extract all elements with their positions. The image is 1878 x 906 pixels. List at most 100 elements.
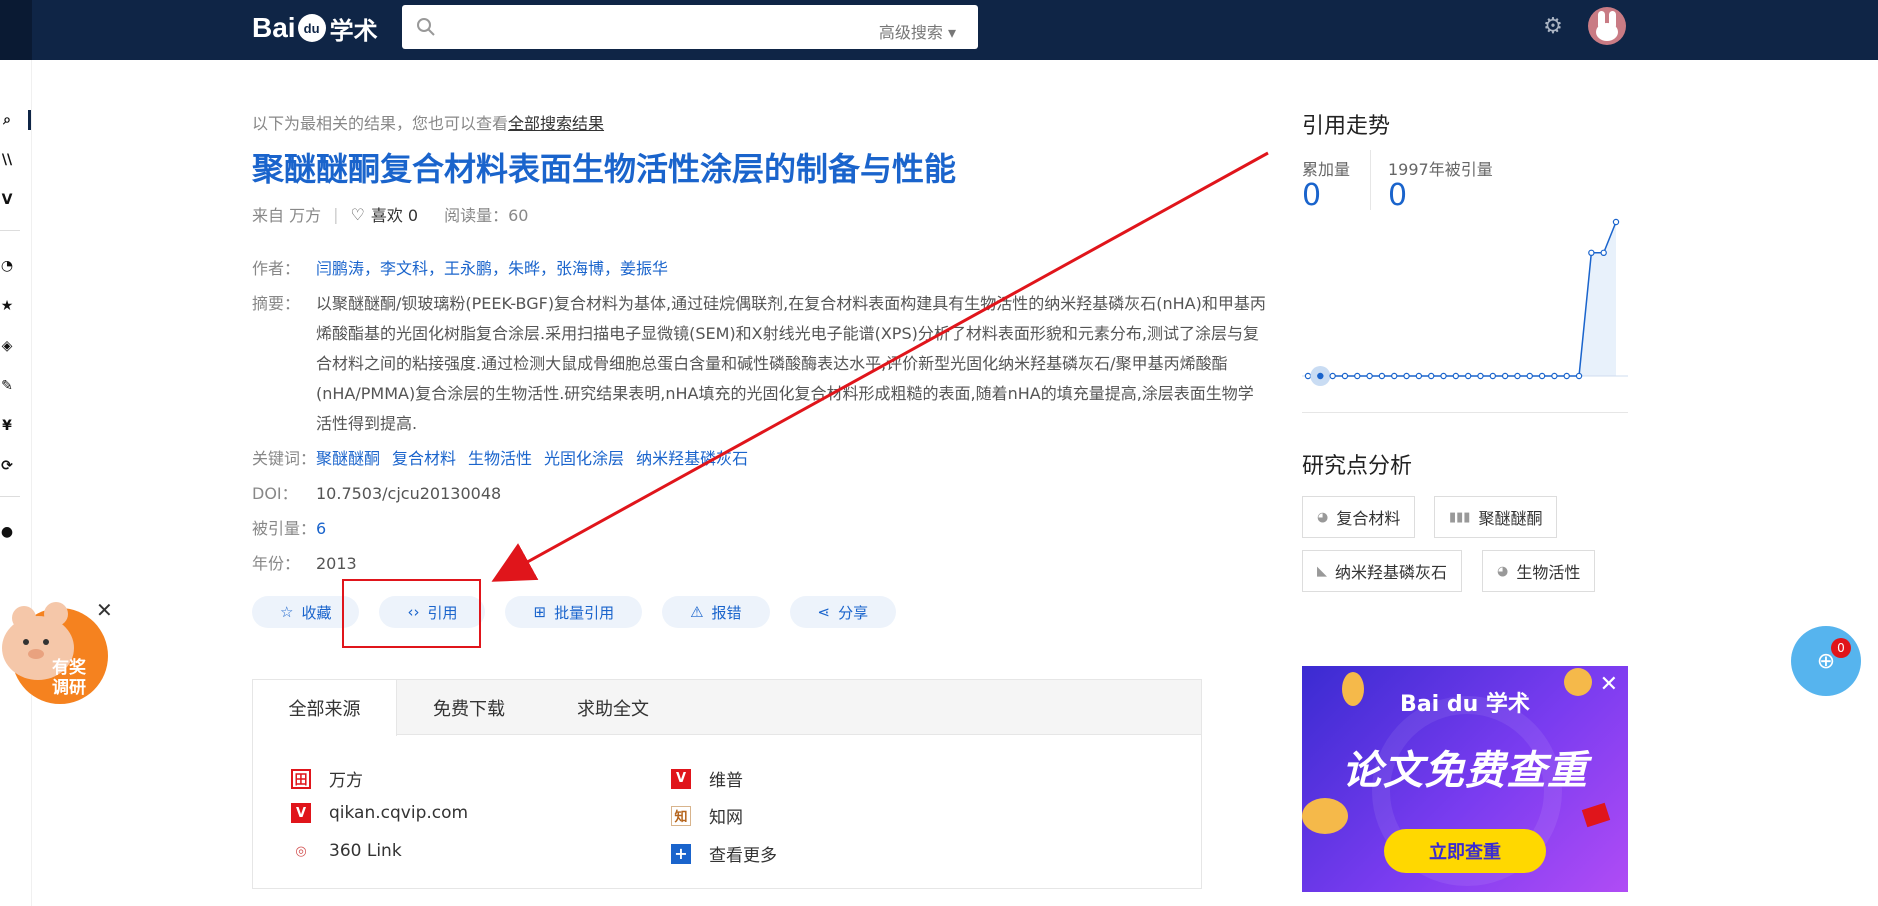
cited-count[interactable]: 6: [316, 514, 326, 544]
v-icon[interactable]: V: [0, 192, 14, 208]
yen-icon[interactable]: ¥: [0, 418, 14, 434]
source-cnki[interactable]: 知 知网: [671, 803, 743, 828]
trend-point: [1600, 249, 1607, 257]
sources-panel: 全部来源 免费下载 求助全文 田 万方 V 维普 V qikan.cqvip.c…: [252, 679, 1202, 889]
keyword-link[interactable]: 生物活性: [468, 444, 532, 474]
search-input[interactable]: [446, 11, 826, 43]
survey-line2: 调研: [52, 678, 86, 698]
keyword-link[interactable]: 聚醚醚酮: [316, 444, 380, 474]
report-error-button[interactable]: ⚠ 报错: [662, 596, 770, 628]
pie-icon: ◕: [1497, 563, 1509, 579]
like-count[interactable]: 喜欢 0: [371, 202, 418, 226]
paper-meta: 来自 万方 | ♡ 喜欢 0 阅读量：60: [252, 202, 528, 226]
year-label: 年份：: [252, 554, 301, 573]
research-chip[interactable]: ◕ 生物活性: [1482, 550, 1596, 592]
warning-icon: ⚠: [690, 603, 704, 621]
notification-badge: 0: [1831, 638, 1851, 658]
cited-label: 被引量：: [252, 519, 317, 538]
authors-row: 作者： 闫鹏涛，李文科，王永鹏，朱晔，张海博，姜振华: [252, 254, 668, 284]
keyword-link[interactable]: 光固化涂层: [544, 444, 624, 474]
trend-point: [1304, 372, 1312, 380]
floating-add-button[interactable]: ⊕ 0: [1791, 626, 1861, 696]
citation-trend-heading: 引用走势: [1302, 114, 1391, 139]
trend-point: [1588, 249, 1595, 257]
tab-free-download[interactable]: 免费下载: [397, 680, 541, 735]
plagiarism-check-ad[interactable]: Bai du 学术 论文免费查重 立即查重 ✕: [1302, 666, 1628, 892]
logo-prefix: Bai: [252, 12, 296, 43]
trend-point: [1489, 372, 1496, 380]
share-button[interactable]: ⋖ 分享: [789, 596, 897, 628]
trend-point: [1575, 372, 1583, 380]
all-results-link[interactable]: 全部搜索结果: [508, 114, 604, 133]
survey-line1: 有奖: [52, 658, 86, 678]
active-indicator: [28, 110, 31, 130]
plus-icon: +: [671, 843, 691, 864]
layers-icon[interactable]: ◈: [0, 338, 14, 354]
folder-plus-icon: ⊞: [533, 603, 547, 621]
source-cqvip[interactable]: V qikan.cqvip.com: [291, 803, 468, 823]
ad-logo: Bai du 学术: [1400, 692, 1530, 717]
share-icon: ⋖: [817, 603, 831, 621]
abstract-text: 以聚醚醚酮/钡玻璃粉(PEEK-BGF)复合材料为基体,通过硅烷偶联剂,在复合材…: [316, 294, 1266, 433]
keyword-link[interactable]: 复合材料: [392, 444, 456, 474]
trend-point: [1538, 372, 1546, 380]
check-now-button[interactable]: 立即查重: [1384, 829, 1546, 873]
trend-point: [1440, 372, 1447, 380]
abstract-label: 摘要：: [252, 294, 301, 313]
authors-list[interactable]: 闫鹏涛，李文科，王永鹏，朱晔，张海博，姜振华: [316, 254, 668, 284]
ad-title: 论文免费查重: [1342, 748, 1588, 794]
edit-icon[interactable]: ✎: [0, 378, 14, 394]
paper-title[interactable]: 聚醚醚酮复合材料表面生物活性涂层的制备与性能: [252, 144, 956, 190]
trend-point: [1612, 218, 1620, 226]
tab-all-sources[interactable]: 全部来源: [253, 680, 397, 736]
hint-text: 以下为最相关的结果，您也可以查看: [252, 114, 509, 133]
research-chip[interactable]: ▮▮▮ 聚醚醚酮: [1434, 496, 1558, 538]
menu-toggle[interactable]: [0, 0, 32, 60]
heart-icon[interactable]: ♡: [350, 205, 364, 224]
highlight-box: [342, 579, 481, 648]
trend-point: [1329, 372, 1336, 380]
tab-request-fulltext[interactable]: 求助全文: [541, 680, 685, 735]
trend-point: [1563, 372, 1570, 380]
star-icon[interactable]: ★: [0, 298, 14, 314]
baidu-scholar-logo[interactable]: Bai du 学术: [252, 6, 378, 50]
read-count: 阅读量：60: [444, 206, 529, 225]
search-icon[interactable]: ⌕: [0, 112, 14, 128]
search-icon: [417, 18, 435, 36]
close-icon[interactable]: ✕: [1600, 672, 1618, 697]
abstract-row: 摘要： 以聚醚醚酮/钡玻璃粉(PEEK-BGF)复合材料为基体,通过硅烷偶联剂,…: [252, 289, 1268, 439]
trend-line: [1308, 221, 1617, 377]
gear-icon[interactable]: ⚙: [1540, 14, 1566, 40]
trend-point: [1551, 372, 1558, 380]
source-360link[interactable]: ◎ 360 Link: [291, 841, 401, 861]
source-wanfang[interactable]: 田 万方: [291, 766, 363, 791]
keywords-row: 关键词： 聚醚醚酮 复合材料 生物活性 光固化涂层 纳米羟基磷灰石: [252, 444, 760, 474]
trend-point: [1391, 372, 1398, 380]
library-icon[interactable]: \\: [0, 152, 14, 168]
avatar[interactable]: [1588, 7, 1626, 45]
doi-value: 10.7503/cjcu20130048: [316, 484, 502, 503]
cumulative-label: 累加量: [1302, 160, 1351, 179]
close-icon[interactable]: ✕: [96, 598, 113, 622]
trend-area: [1308, 222, 1616, 376]
citation-trend-chart[interactable]: [1302, 212, 1628, 392]
advanced-search-dropdown[interactable]: 高级搜索 ▾: [879, 19, 956, 43]
year-row: 年份： 2013: [252, 549, 357, 579]
keyword-link[interactable]: 纳米羟基磷灰石: [636, 444, 748, 474]
source-weipu[interactable]: V 维普: [671, 766, 743, 791]
survey-mascot[interactable]: 有奖 调研 ✕: [0, 598, 113, 708]
trend-point: [1378, 372, 1386, 380]
trend-point: [1403, 372, 1410, 380]
user-icon[interactable]: ●: [0, 524, 14, 540]
search-box: 高级搜索 ▾: [402, 5, 978, 49]
rss-icon[interactable]: ◔: [0, 258, 14, 274]
source-more[interactable]: + 查看更多: [671, 841, 777, 866]
refresh-icon[interactable]: ⟳: [0, 458, 14, 474]
paper-source: 来自 万方: [252, 206, 322, 225]
keywords-label: 关键词：: [252, 449, 317, 468]
top-navigation-bar: Bai du 学术 高级搜索 ▾ ⚙: [0, 0, 1878, 60]
batch-cite-button[interactable]: ⊞ 批量引用: [505, 596, 643, 628]
result-hint: 以下为最相关的结果，您也可以查看全部搜索结果: [252, 110, 604, 134]
research-chip[interactable]: ◕ 复合材料: [1302, 496, 1416, 538]
research-chip[interactable]: ◣ 纳米羟基磷灰石: [1302, 550, 1463, 592]
